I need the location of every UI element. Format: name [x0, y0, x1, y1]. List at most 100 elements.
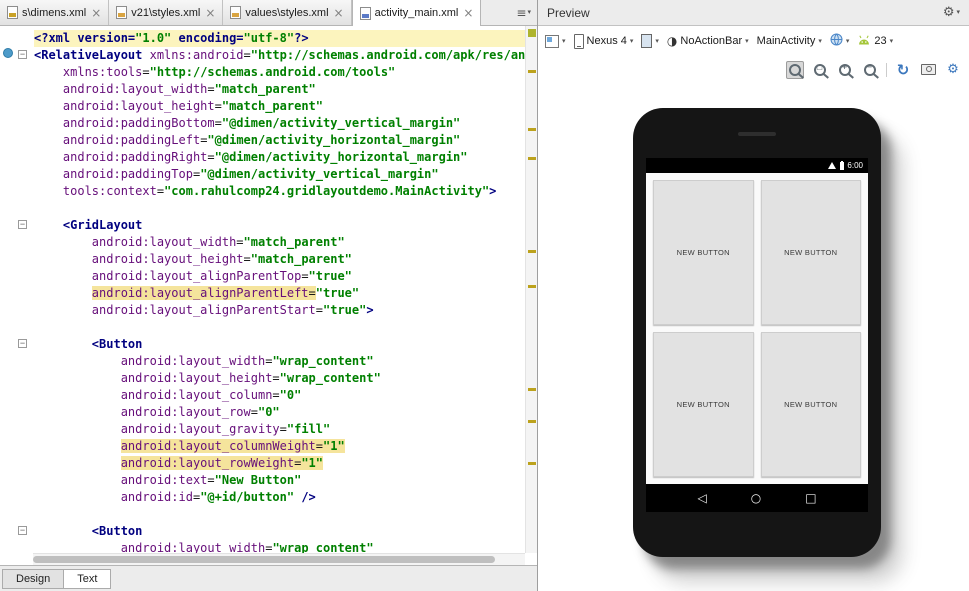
nav-back-icon[interactable]: ◁: [697, 491, 706, 505]
editor-pane: s\dimens.xml × v21\styles.xml × values\style…: [0, 0, 537, 591]
code-line[interactable]: android:layout_columnWeight="1": [34, 438, 525, 455]
preview-new-button[interactable]: NEW BUTTON: [760, 332, 861, 477]
activity-label: MainActivity: [756, 35, 816, 47]
scrollbar-warning-mark[interactable]: [528, 388, 536, 391]
code-line[interactable]: <?xml version="1.0" encoding="utf-8"?>: [34, 30, 525, 47]
scrollbar-warning-mark[interactable]: [528, 285, 536, 288]
gutter-row: −: [0, 336, 33, 353]
code-line[interactable]: android:paddingLeft="@dimen/activity_hor…: [34, 132, 525, 149]
tab-text[interactable]: Text: [63, 568, 112, 589]
preview-header: Preview ⚙ ▾: [538, 0, 969, 26]
code-line[interactable]: [34, 506, 525, 523]
theme-dropdown[interactable]: ◑ NoActionBar ▾: [663, 32, 753, 50]
fold-collapse-icon[interactable]: −: [18, 526, 27, 535]
locale-dropdown[interactable]: ▾: [826, 30, 854, 52]
gutter-row: [0, 183, 33, 200]
code-line[interactable]: android:layout_alignParentTop="true": [34, 268, 525, 285]
activity-dropdown[interactable]: MainActivity ▾: [753, 32, 826, 50]
code-line[interactable]: android:paddingRight="@dimen/activity_ho…: [34, 149, 525, 166]
code-line[interactable]: <Button: [34, 523, 525, 540]
editor-tab[interactable]: v21\styles.xml ×: [109, 0, 224, 25]
chevron-down-icon: ▾: [745, 36, 749, 45]
zoom-in-button[interactable]: +: [836, 61, 854, 79]
code-line[interactable]: <GridLayout: [34, 217, 525, 234]
code-line[interactable]: <Button: [34, 336, 525, 353]
gutter-row: [0, 319, 33, 336]
scrollbar-warning-mark[interactable]: [528, 250, 536, 253]
code-line[interactable]: android:layout_row="0": [34, 404, 525, 421]
api-level-dropdown[interactable]: 23 ▾: [853, 31, 897, 52]
editor-tab[interactable]: values\styles.xml ×: [223, 0, 352, 25]
scrollbar-warning-mark[interactable]: [528, 70, 536, 73]
preview-options-button[interactable]: ⚙: [944, 61, 962, 79]
preview-new-button[interactable]: NEW BUTTON: [653, 180, 754, 325]
code-line[interactable]: tools:context="com.rahulcomp24.gridlayou…: [34, 183, 525, 200]
chevron-down-icon: ▾: [562, 36, 566, 45]
code-line[interactable]: android:layout_gravity="fill": [34, 421, 525, 438]
preview-new-button[interactable]: NEW BUTTON: [760, 180, 861, 325]
render-config-dropdown[interactable]: ▾: [541, 32, 570, 51]
gutter-marker-icon[interactable]: [3, 48, 13, 58]
code-line[interactable]: android:layout_height="match_parent": [34, 98, 525, 115]
fold-collapse-icon[interactable]: −: [18, 50, 27, 59]
vertical-scrollbar[interactable]: [525, 26, 537, 553]
device-screen: 6:00 NEW BUTTON NEW BUTTON NEW BUTTON NEW B…: [646, 158, 868, 512]
code-line[interactable]: android:id="@+id/button" />: [34, 489, 525, 506]
chevron-down-icon: ▾: [527, 8, 531, 16]
code-line[interactable]: [34, 200, 525, 217]
horizontal-scrollbar-thumb[interactable]: [33, 556, 496, 563]
tab-close-icon[interactable]: ×: [205, 7, 215, 19]
nav-recents-icon[interactable]: □: [805, 491, 816, 505]
refresh-button[interactable]: ↻: [894, 61, 912, 79]
pan-zoom-button[interactable]: [786, 60, 804, 79]
code-line[interactable]: android:layout_width="wrap_content": [34, 353, 525, 370]
code-line[interactable]: android:layout_column="0": [34, 387, 525, 404]
gutter-row: [0, 438, 33, 455]
wifi-icon: [828, 162, 837, 169]
code-area[interactable]: <?xml version="1.0" encoding="utf-8"?> <R…: [34, 30, 525, 553]
code-line[interactable]: android:layout_height="match_parent": [34, 251, 525, 268]
preview-new-button[interactable]: NEW BUTTON: [653, 332, 754, 477]
scrollbar-warning-mark[interactable]: [528, 462, 536, 465]
code-line[interactable]: <RelativeLayout xmlns:android="http://sc…: [34, 47, 525, 64]
scrollbar-warning-mark[interactable]: [528, 128, 536, 131]
code-line[interactable]: android:layout_alignParentStart="true">: [34, 302, 525, 319]
orientation-dropdown[interactable]: ▾: [637, 31, 663, 51]
scrollbar-warning-mark[interactable]: [528, 420, 536, 423]
gutter-row: [0, 540, 33, 557]
code-line[interactable]: android:layout_width="match_parent": [34, 234, 525, 251]
code-line[interactable]: android:layout_alignParentLeft="true": [34, 285, 525, 302]
gutter-row: [0, 81, 33, 98]
code-line[interactable]: android:layout_width="match_parent": [34, 81, 525, 98]
chevron-down-icon: ▾: [655, 36, 659, 45]
layout-config-icon: [545, 34, 559, 48]
tab-design[interactable]: Design: [2, 568, 65, 589]
zoom-fit-button[interactable]: □: [811, 61, 829, 79]
nav-home-icon[interactable]: ○: [751, 491, 761, 505]
editor-tab[interactable]: activity_main.xml ×: [351, 0, 482, 26]
inspection-status-icon[interactable]: [528, 29, 536, 37]
device-dropdown[interactable]: Nexus 4 ▾: [570, 31, 638, 52]
code-line[interactable]: android:paddingBottom="@dimen/activity_v…: [34, 115, 525, 132]
tab-close-icon[interactable]: ×: [463, 7, 473, 19]
preview-settings-button[interactable]: ⚙ ▾: [943, 5, 960, 20]
zoom-out-button[interactable]: −: [861, 61, 879, 79]
tab-close-icon[interactable]: ×: [91, 7, 101, 19]
code-line[interactable]: android:paddingTop="@dimen/activity_vert…: [34, 166, 525, 183]
code-line[interactable]: android:text="New Button": [34, 472, 525, 489]
code-line[interactable]: xmlns:tools="http://schemas.android.com/…: [34, 64, 525, 81]
code-line[interactable]: [34, 319, 525, 336]
code-line[interactable]: android:layout_height="wrap_content": [34, 370, 525, 387]
device-frame: 6:00 NEW BUTTON NEW BUTTON NEW BUTTON NEW B…: [633, 108, 881, 557]
editor-tab[interactable]: s\dimens.xml ×: [0, 0, 110, 25]
tab-list-icon[interactable]: ≡ ▾: [516, 6, 531, 20]
scrollbar-warning-mark[interactable]: [528, 157, 536, 160]
code-line[interactable]: android:layout_width="wrap_content": [34, 540, 525, 553]
code-editor[interactable]: − − − − <?xml version="1.0" encoding="utf-8…: [0, 26, 537, 565]
fold-collapse-icon[interactable]: −: [18, 220, 27, 229]
screenshot-button[interactable]: [919, 61, 937, 79]
fold-collapse-icon[interactable]: −: [18, 339, 27, 348]
code-line[interactable]: android:layout_rowWeight="1": [34, 455, 525, 472]
tab-close-icon[interactable]: ×: [334, 7, 344, 19]
horizontal-scrollbar[interactable]: [33, 553, 525, 565]
